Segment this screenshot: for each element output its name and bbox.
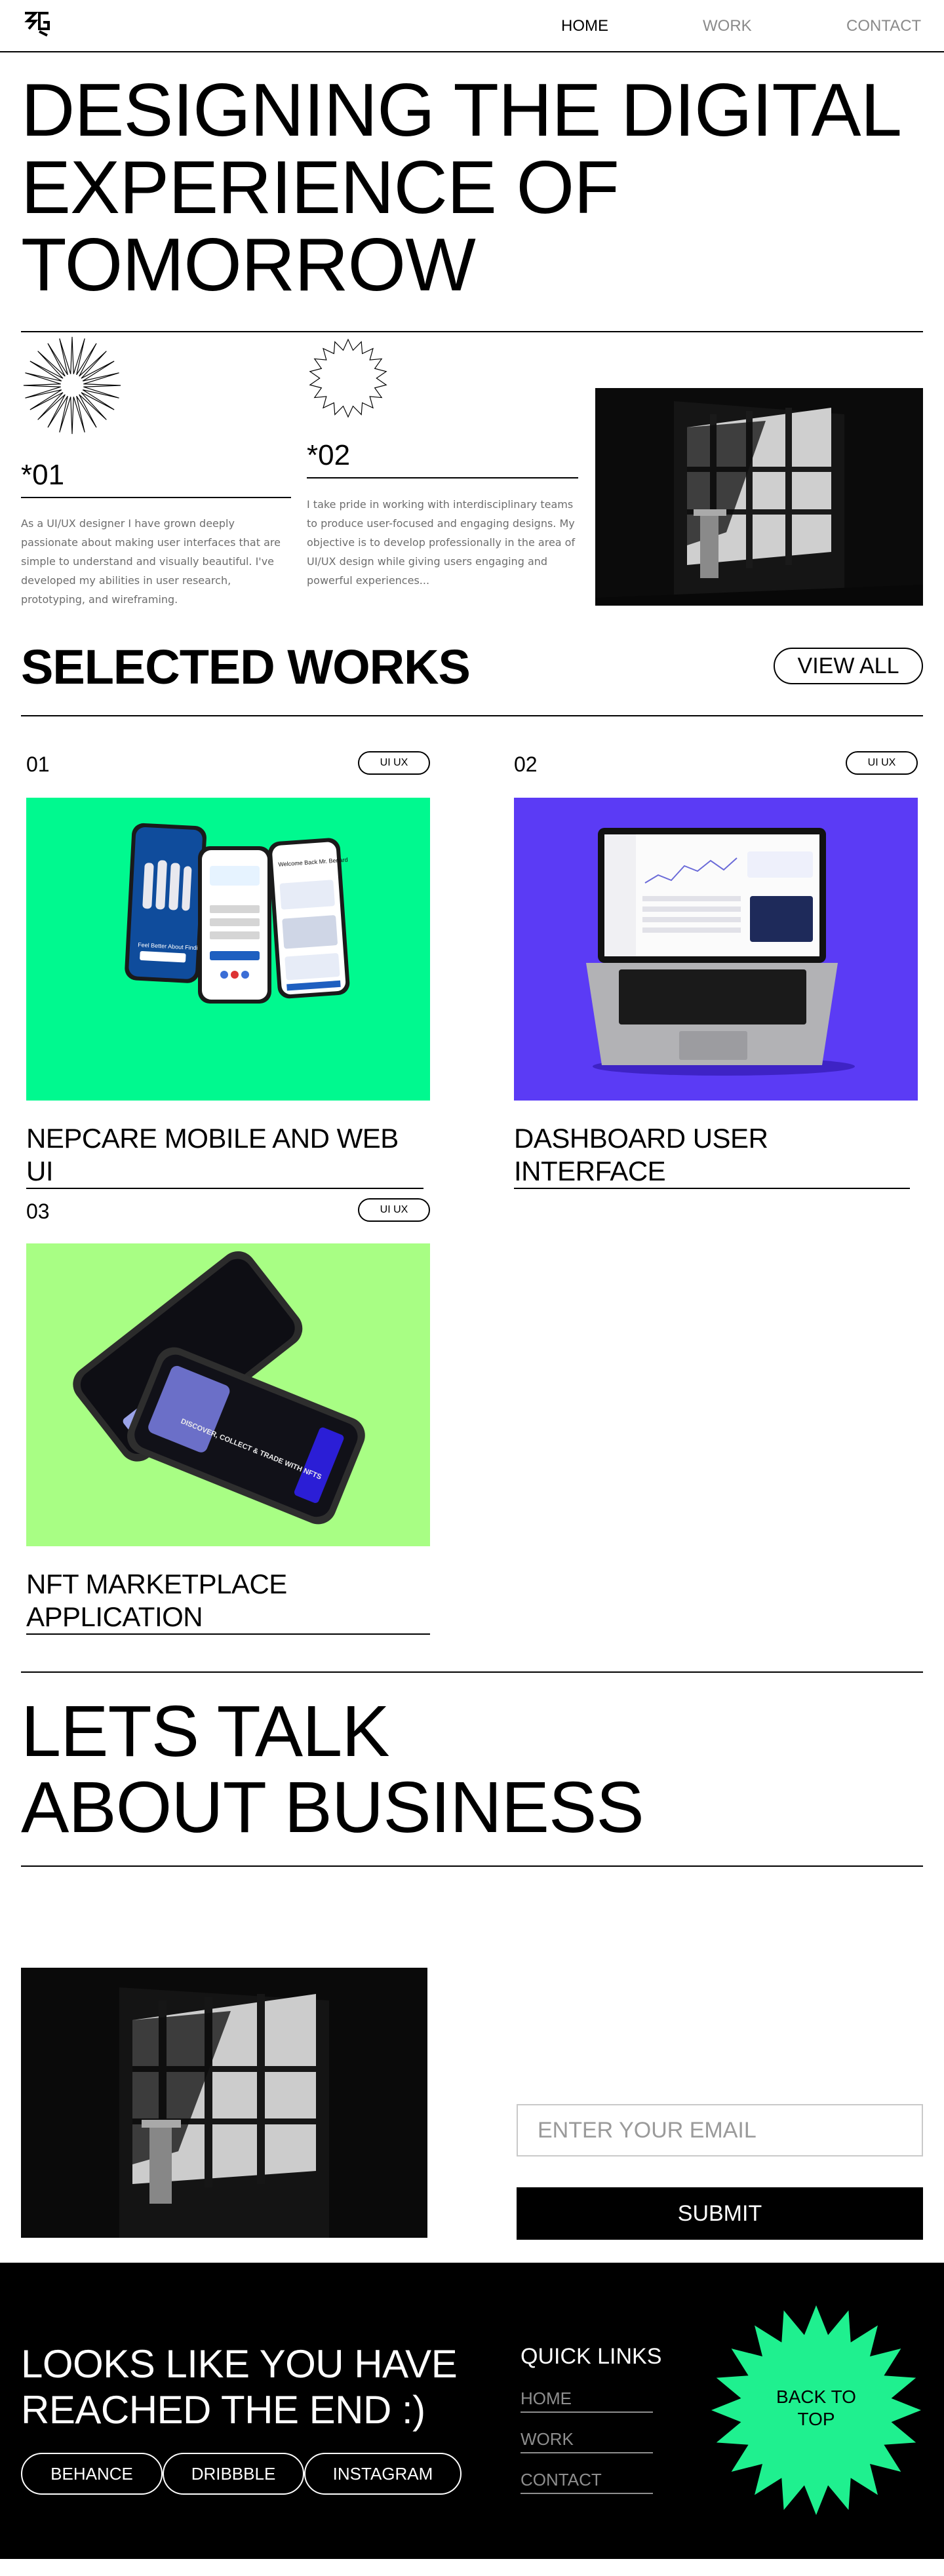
work-tag-badge: UI UX [846, 751, 918, 775]
nav-contact-link[interactable]: CONTACT [846, 17, 921, 35]
work-tag-badge: UI UX [358, 751, 430, 775]
quick-links-title: QUICK LINKS [521, 2344, 662, 2369]
footer: LOOKS LIKE YOU HAVE REACHED THE END :) B… [0, 2263, 944, 2559]
intro-paragraph-01: As a UI/UX designer I have grown deeply … [21, 517, 281, 606]
intro-number-01: *01 [21, 459, 291, 498]
spiky-star-icon [309, 338, 387, 418]
section-title-selected-works: SELECTED WORKS [21, 640, 471, 694]
work-title-nft[interactable]: NFT MARKETPLACE APPLICATION [26, 1568, 430, 1635]
nav-home-link[interactable]: HOME [561, 17, 608, 35]
footer-link-home[interactable]: HOME [521, 2389, 653, 2413]
work-number: 03 [26, 1200, 50, 1223]
contact-heading-line-1: LETS TALK [21, 1691, 390, 1772]
view-all-button[interactable]: VIEW ALL [774, 648, 923, 684]
nav-work-link[interactable]: WORK [703, 17, 752, 35]
intro-number-02: *02 [307, 439, 578, 478]
footer-link-work[interactable]: WORK [521, 2429, 653, 2453]
back-to-top-line-1: BACK TO [776, 2387, 856, 2407]
behance-button[interactable]: BEHANCE [21, 2453, 163, 2495]
email-input[interactable] [517, 2104, 923, 2156]
back-to-top-label: BACK TO TOP [708, 2386, 924, 2430]
instagram-button[interactable]: INSTAGRAM [304, 2453, 462, 2495]
work-thumbnail-nepcare[interactable]: Feel Better About Finding Healthcare Wel… [26, 798, 430, 1101]
work-title-line: APPLICATION [26, 1601, 203, 1632]
work-title-dashboard[interactable]: DASHBOARD USER INTERFACE [514, 1122, 910, 1189]
back-to-top-line-2: TOP [797, 2409, 835, 2429]
architecture-photo [595, 388, 923, 606]
logo-icon[interactable] [22, 9, 51, 38]
top-navbar: HOME WORK CONTACT [0, 0, 944, 52]
divider [21, 331, 923, 332]
work-thumbnail-dashboard[interactable] [514, 798, 918, 1101]
work-title-nepcare[interactable]: NEPCARE MOBILE AND WEB UI [26, 1122, 423, 1189]
back-to-top-button[interactable]: BACK TO TOP [708, 2302, 924, 2518]
hero-headline: DESIGNING THE DIGITAL EXPERIENCE OF TOMO… [21, 72, 926, 304]
contact-photo [21, 1968, 427, 2238]
hero-line-2: EXPERIENCE OF [21, 146, 620, 229]
footer-heading-line-1: LOOKS LIKE YOU HAVE [21, 2342, 458, 2386]
contact-heading: LETS TALK ABOUT BUSINESS [21, 1694, 644, 1846]
footer-heading-line-2: REACHED THE END :) [21, 2388, 425, 2432]
work-tag-badge: UI UX [358, 1198, 430, 1222]
hero-line-3: TOMORROW [21, 224, 476, 307]
divider [21, 1671, 923, 1673]
submit-button[interactable]: SUBMIT [517, 2187, 923, 2240]
starburst-icon [23, 336, 121, 435]
dribbble-button[interactable]: DRIBBBLE [163, 2453, 304, 2495]
hero-line-1: DESIGNING THE DIGITAL [21, 69, 902, 152]
contact-heading-line-2: ABOUT BUSINESS [21, 1767, 644, 1848]
footer-link-contact[interactable]: CONTACT [521, 2470, 653, 2494]
divider [21, 715, 923, 716]
work-thumbnail-nft[interactable]: DISCOVER, COLLECT & TRADE WITH NFTS [26, 1243, 430, 1546]
work-title-line: NFT MARKETPLACE [26, 1569, 287, 1599]
intro-paragraph-02: I take pride in working with interdiscip… [307, 498, 576, 587]
divider [21, 1865, 923, 1867]
work-number: 01 [26, 752, 50, 776]
work-number: 02 [514, 752, 538, 776]
footer-heading: LOOKS LIKE YOU HAVE REACHED THE END :) [21, 2341, 458, 2433]
